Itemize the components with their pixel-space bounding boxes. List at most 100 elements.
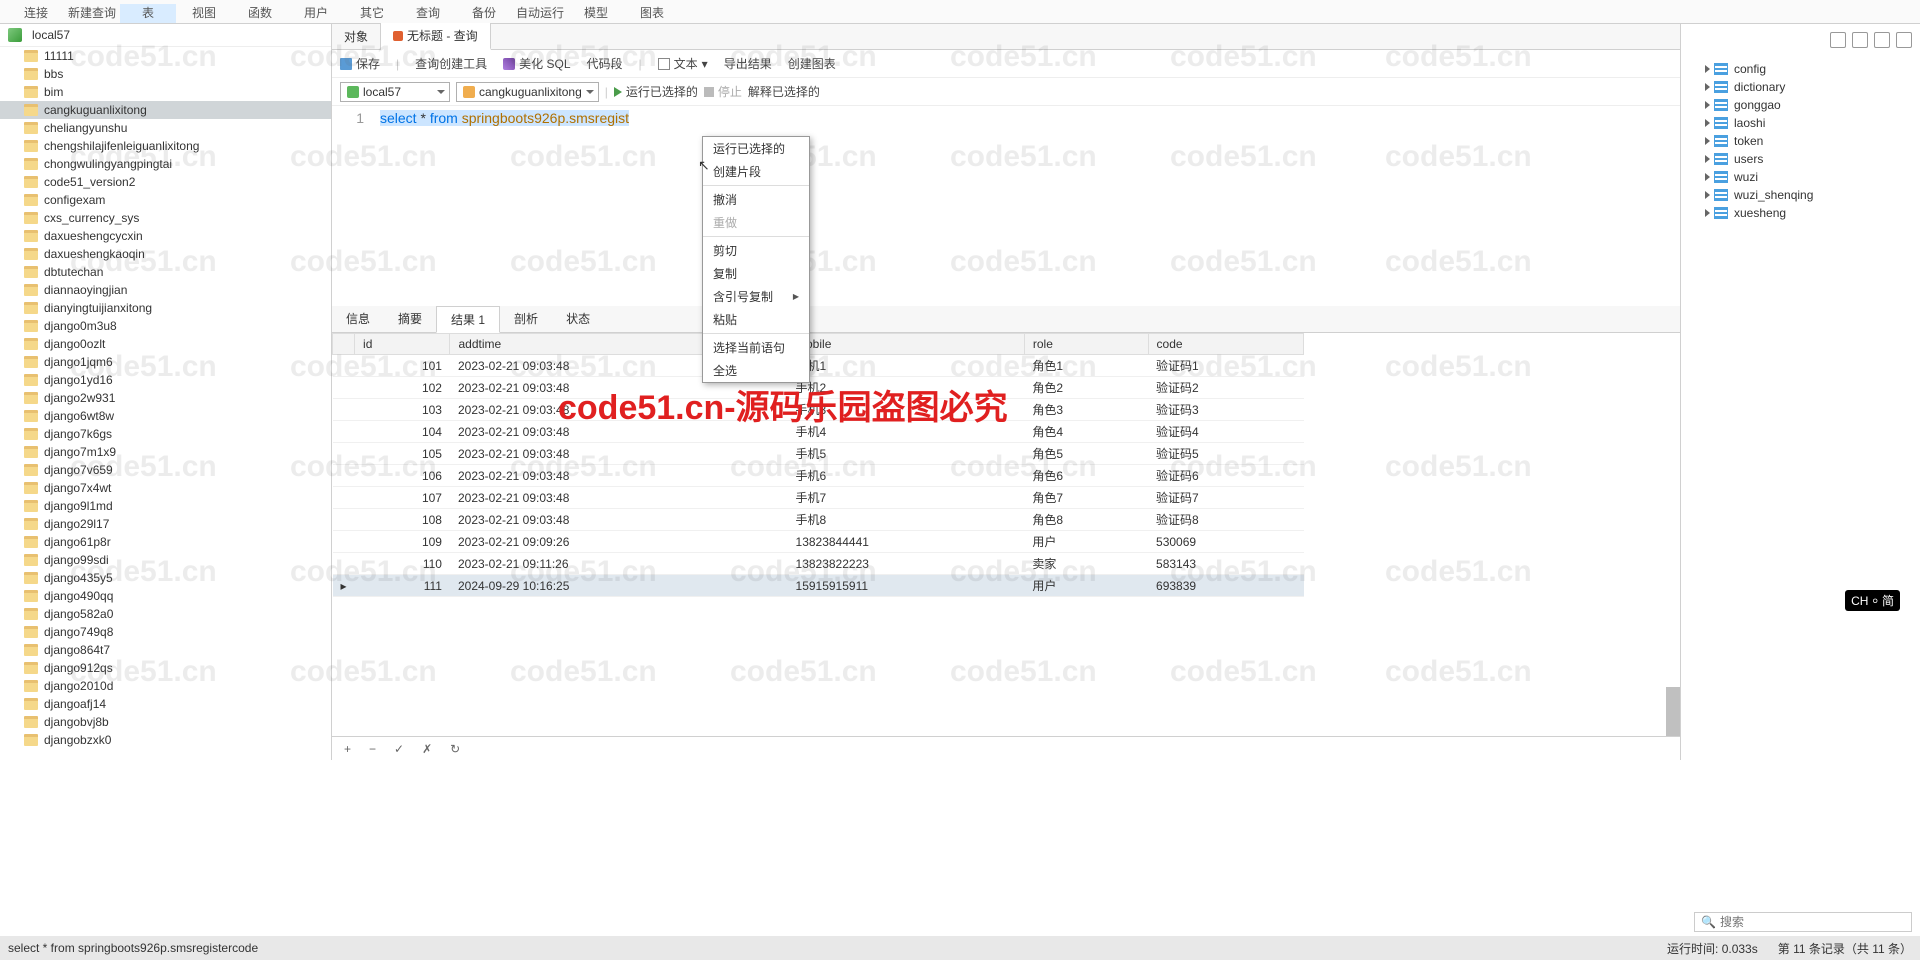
- db-item-djangoafj14[interactable]: djangoafj14: [0, 695, 331, 713]
- tb-model[interactable]: 模型: [568, 4, 624, 23]
- cm-undo[interactable]: 撤消: [703, 188, 809, 211]
- db-item-dianyingtuijianxitong[interactable]: dianyingtuijianxitong: [0, 299, 331, 317]
- db-item-django6wt8w[interactable]: django6wt8w: [0, 407, 331, 425]
- db-item-django435y5[interactable]: django435y5: [0, 569, 331, 587]
- db-item-django7m1x9[interactable]: django7m1x9: [0, 443, 331, 461]
- results-tab-4[interactable]: 状态: [552, 306, 604, 332]
- tb-chart[interactable]: 图表: [624, 4, 680, 23]
- connection-node[interactable]: local57: [0, 24, 331, 47]
- save-button[interactable]: 保存: [340, 55, 380, 72]
- db-item-django490qq[interactable]: django490qq: [0, 587, 331, 605]
- search-input[interactable]: [1720, 915, 1905, 929]
- col-mobile[interactable]: mobile: [788, 334, 1025, 355]
- table-item-dictionary[interactable]: dictionary: [1685, 78, 1916, 96]
- tb-other[interactable]: 其它: [344, 4, 400, 23]
- db-item-django61p8r[interactable]: django61p8r: [0, 533, 331, 551]
- refresh-icon[interactable]: [1874, 32, 1890, 48]
- db-item-django7k6gs[interactable]: django7k6gs: [0, 425, 331, 443]
- tb-view[interactable]: 视图: [176, 4, 232, 23]
- db-item-django864t7[interactable]: django864t7: [0, 641, 331, 659]
- table-item-wuzi[interactable]: wuzi: [1685, 168, 1916, 186]
- results-tab-3[interactable]: 剖析: [500, 306, 552, 332]
- results-tab-0[interactable]: 信息: [332, 306, 384, 332]
- cm-run[interactable]: 运行已选择的: [703, 137, 809, 160]
- tb-table[interactable]: 表: [120, 4, 176, 23]
- text-button[interactable]: 文本 ▾: [658, 55, 708, 72]
- table-row[interactable]: 1012023-02-21 09:03:48手机1角色1验证码1: [333, 355, 1304, 377]
- table-row[interactable]: 1042023-02-21 09:03:48手机4角色4验证码4: [333, 421, 1304, 443]
- database-dropdown[interactable]: cangkuguanlixitong: [456, 82, 599, 102]
- db-item-bim[interactable]: bim: [0, 83, 331, 101]
- run-button[interactable]: 运行已选择的: [614, 83, 698, 100]
- results-scrollbar[interactable]: [1666, 687, 1680, 712]
- cancel-edit-button[interactable]: ✗: [418, 742, 436, 756]
- tb-func[interactable]: 函数: [232, 4, 288, 23]
- refresh-button[interactable]: ↻: [446, 742, 464, 756]
- tb-auto[interactable]: 自动运行: [512, 4, 568, 23]
- table-item-users[interactable]: users: [1685, 150, 1916, 168]
- database-tree[interactable]: 11111bbsbimcangkuguanlixitongcheliangyun…: [0, 47, 331, 751]
- explain-button[interactable]: 解释已选择的: [748, 83, 820, 100]
- results-grid[interactable]: idaddtimemobilerolecode1012023-02-21 09:…: [332, 333, 1680, 736]
- db-item-configexam[interactable]: configexam: [0, 191, 331, 209]
- snippet-button[interactable]: 代码段: [587, 55, 623, 72]
- editor-content[interactable]: select * from springboots926p.smsregist: [380, 110, 1680, 126]
- cm-paste[interactable]: 粘贴: [703, 308, 809, 331]
- tb-query[interactable]: 查询: [400, 4, 456, 23]
- table-item-token[interactable]: token: [1685, 132, 1916, 150]
- table-row[interactable]: 1112024-09-29 10:16:2515915915911用户69383…: [333, 575, 1304, 597]
- db-item-cheliangyunshu[interactable]: cheliangyunshu: [0, 119, 331, 137]
- db-item-django0m3u8[interactable]: django0m3u8: [0, 317, 331, 335]
- table-row[interactable]: 1052023-02-21 09:03:48手机5角色5验证码5: [333, 443, 1304, 465]
- table-item-gonggao[interactable]: gonggao: [1685, 96, 1916, 114]
- results-tab-1[interactable]: 摘要: [384, 306, 436, 332]
- tb-newquery[interactable]: 新建查询: [64, 4, 120, 23]
- tab-query[interactable]: 无标题 - 查询: [381, 23, 491, 50]
- cm-cut[interactable]: 剪切: [703, 239, 809, 262]
- db-item-django582a0[interactable]: django582a0: [0, 605, 331, 623]
- tb-backup[interactable]: 备份: [456, 4, 512, 23]
- stop-button[interactable]: 停止: [704, 83, 742, 100]
- db-item-djangodigcx[interactable]: djangodigcx: [0, 749, 331, 751]
- delete-row-button[interactable]: −: [365, 742, 380, 756]
- table-row[interactable]: 1082023-02-21 09:03:48手机8角色8验证码8: [333, 509, 1304, 531]
- db-item-djangobvj8b[interactable]: djangobvj8b: [0, 713, 331, 731]
- table-item-wuzi_shenqing[interactable]: wuzi_shenqing: [1685, 186, 1916, 204]
- add-row-button[interactable]: +: [340, 742, 355, 756]
- db-item-django2w931[interactable]: django2w931: [0, 389, 331, 407]
- db-item-chongwulingyangpingtai[interactable]: chongwulingyangpingtai: [0, 155, 331, 173]
- tab-objects[interactable]: 对象: [332, 24, 381, 49]
- db-item-django29l17[interactable]: django29l17: [0, 515, 331, 533]
- table-row[interactable]: 1092023-02-21 09:09:2613823844441用户53006…: [333, 531, 1304, 553]
- db-item-chengshilajifenleiguanlixitong[interactable]: chengshilajifenleiguanlixitong: [0, 137, 331, 155]
- col-code[interactable]: code: [1148, 334, 1303, 355]
- table-row[interactable]: 1062023-02-21 09:03:48手机6角色6验证码6: [333, 465, 1304, 487]
- db-item-django1yd16[interactable]: django1yd16: [0, 371, 331, 389]
- table-item-laoshi[interactable]: laoshi: [1685, 114, 1916, 132]
- table-row[interactable]: 1072023-02-21 09:03:48手机7角色7验证码7: [333, 487, 1304, 509]
- db-item-django912qs[interactable]: django912qs: [0, 659, 331, 677]
- db-item-django9l1md[interactable]: django9l1md: [0, 497, 331, 515]
- db-item-bbs[interactable]: bbs: [0, 65, 331, 83]
- table-row[interactable]: 1102023-02-21 09:11:2613823822223卖家58314…: [333, 553, 1304, 575]
- db-item-django0ozlt[interactable]: django0ozlt: [0, 335, 331, 353]
- db-item-cxs_currency_sys[interactable]: cxs_currency_sys: [0, 209, 331, 227]
- builder-button[interactable]: 查询创建工具: [415, 55, 487, 72]
- table-item-xuesheng[interactable]: xuesheng: [1685, 204, 1916, 222]
- db-item-11111[interactable]: 11111: [0, 47, 331, 65]
- search-box[interactable]: 🔍: [1694, 912, 1912, 932]
- db-item-djangobzxk0[interactable]: djangobzxk0: [0, 731, 331, 749]
- col-id[interactable]: id: [355, 334, 450, 355]
- db-item-django2010d[interactable]: django2010d: [0, 677, 331, 695]
- db-item-daxueshengcycxin[interactable]: daxueshengcycxin: [0, 227, 331, 245]
- cm-snippet[interactable]: 创建片段: [703, 160, 809, 183]
- db-item-django7v659[interactable]: django7v659: [0, 461, 331, 479]
- col-role[interactable]: role: [1024, 334, 1148, 355]
- db-item-code51_version2[interactable]: code51_version2: [0, 173, 331, 191]
- tb-user[interactable]: 用户: [288, 4, 344, 23]
- cm-select-all[interactable]: 全选: [703, 359, 809, 382]
- db-item-django749q8[interactable]: django749q8: [0, 623, 331, 641]
- commit-button[interactable]: ✓: [390, 742, 408, 756]
- db-item-diannaoyingjian[interactable]: diannaoyingjian: [0, 281, 331, 299]
- beautify-button[interactable]: 美化 SQL: [503, 55, 570, 72]
